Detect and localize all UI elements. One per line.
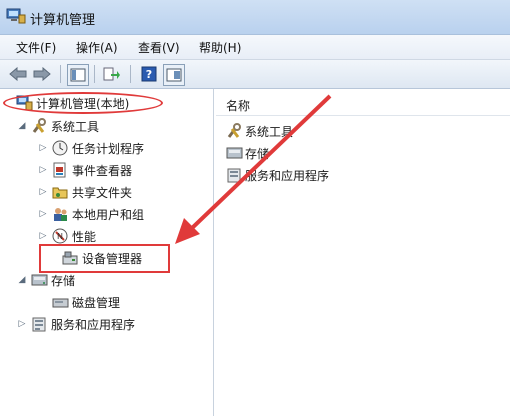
event-viewer-icon xyxy=(53,162,66,178)
list-item-services-apps[interactable]: 服务和应用程序 xyxy=(226,165,329,185)
tree-item-services-apps[interactable]: ▷ 服务和应用程序 xyxy=(17,314,135,334)
list-item-storage[interactable]: 存储 xyxy=(226,143,269,163)
tree-item-label: 磁盘管理 xyxy=(72,295,121,310)
list-item-label: 系统工具 xyxy=(245,124,294,139)
tree-item-label: 存储 xyxy=(51,273,76,288)
disk-icon xyxy=(52,298,69,308)
storage-icon xyxy=(226,147,243,159)
show-hide-tree-icon[interactable] xyxy=(67,64,89,86)
expand-icon[interactable]: ▷ xyxy=(17,319,27,329)
tree-item-disk-management[interactable]: 磁盘管理 xyxy=(38,292,120,312)
tree-item-performance[interactable]: ▷ N 性能 xyxy=(38,226,96,246)
menu-help[interactable]: 帮助(H) xyxy=(199,39,241,56)
list-item-label: 服务和应用程序 xyxy=(245,168,330,183)
window-title: 计算机管理 xyxy=(30,13,96,28)
properties-icon[interactable] xyxy=(163,64,185,86)
shared-folder-icon xyxy=(52,187,68,199)
svg-text:?: ? xyxy=(146,68,152,81)
collapse-icon[interactable]: ◢ xyxy=(17,121,27,131)
expand-icon[interactable]: ▷ xyxy=(38,143,48,153)
menu-bar: 文件(F) 操作(A) 查看(V) 帮助(H) xyxy=(0,35,510,60)
svg-text:N: N xyxy=(57,232,63,241)
menu-view[interactable]: 查看(V) xyxy=(138,39,180,56)
column-header-label: 名称 xyxy=(226,99,251,113)
export-list-icon[interactable] xyxy=(102,64,122,84)
tree-item-label: 事件查看器 xyxy=(72,163,133,178)
toolbar-separator xyxy=(60,65,61,83)
results-pane: 名称 系统工具 存储 服务和应用程序 xyxy=(216,89,510,416)
services-icon xyxy=(32,317,46,332)
tree-item-label: 服务和应用程序 xyxy=(51,317,136,332)
help-icon[interactable]: ? xyxy=(139,64,159,84)
services-icon xyxy=(227,168,241,183)
back-icon[interactable] xyxy=(8,64,28,84)
storage-icon xyxy=(31,274,48,286)
collapse-icon[interactable]: ◢ xyxy=(17,275,27,285)
tree-item-storage[interactable]: ◢ 存储 xyxy=(17,270,75,290)
clock-icon xyxy=(52,140,68,156)
expand-icon[interactable]: ▷ xyxy=(38,165,48,175)
toolbar-separator xyxy=(94,65,95,83)
tree-item-local-users[interactable]: ▷ 本地用户和组 xyxy=(38,204,144,224)
tree-item-label: 性能 xyxy=(72,229,97,244)
toolbar: ? xyxy=(0,60,510,89)
menu-file[interactable]: 文件(F) xyxy=(16,39,56,56)
list-item-label: 存储 xyxy=(245,146,270,161)
expand-icon[interactable]: ▷ xyxy=(38,209,48,219)
expand-icon[interactable]: ▷ xyxy=(38,231,48,241)
tree-item-label: 系统工具 xyxy=(51,119,100,134)
tools-icon xyxy=(227,123,241,138)
root-highlight-ellipse xyxy=(3,92,163,114)
users-icon xyxy=(54,208,67,221)
tools-icon xyxy=(32,118,46,133)
toolbar-separator xyxy=(130,65,131,83)
expand-icon[interactable]: ▷ xyxy=(38,187,48,197)
performance-icon: N xyxy=(52,228,68,244)
forward-icon[interactable] xyxy=(32,64,52,84)
menu-action[interactable]: 操作(A) xyxy=(76,39,118,56)
list-item-system-tools[interactable]: 系统工具 xyxy=(226,121,293,141)
tree-item-label: 本地用户和组 xyxy=(72,207,145,222)
tree-item-event-viewer[interactable]: ▷ 事件查看器 xyxy=(38,160,132,180)
computer-management-icon xyxy=(6,8,26,24)
title-bar: 计算机管理 xyxy=(0,0,510,35)
tree-item-task-scheduler[interactable]: ▷ 任务计划程序 xyxy=(38,138,144,158)
tree-item-shared-folders[interactable]: ▷ 共享文件夹 xyxy=(38,182,132,202)
tree-item-system-tools[interactable]: ◢ 系统工具 xyxy=(17,116,99,136)
tree-item-label: 共享文件夹 xyxy=(72,185,133,200)
column-header-name[interactable]: 名称 xyxy=(216,93,510,116)
device-manager-highlight-box xyxy=(39,244,170,273)
tree-item-label: 任务计划程序 xyxy=(72,141,145,156)
